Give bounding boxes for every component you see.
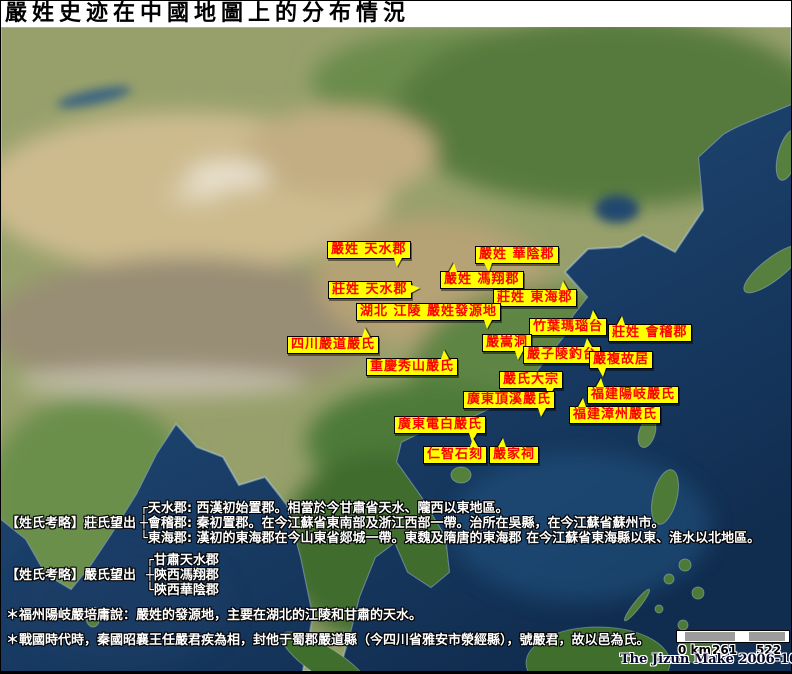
scale-bar-segment — [749, 632, 785, 641]
map-callout-sichuan-yandao: 四川嚴道嚴氏 — [287, 336, 379, 354]
callout-pointer — [449, 263, 457, 272]
map-callout-text: 莊姓 東海郡 — [497, 290, 573, 305]
map-callout-hubei-jiangling: 湖北 江陵 嚴姓發源地 — [356, 303, 501, 321]
map-callout-chongqing-xiushan: 重慶秀山嚴氏 — [366, 358, 458, 376]
map-callout-yan-huayin: 嚴姓 華陰郡 — [475, 246, 559, 264]
map-callout-zhuye-manaotai: 竹葉瑪瑙台 — [529, 318, 607, 336]
map-callout-text: 嚴姓 馮翔郡 — [444, 272, 520, 287]
map-callout-text: 福建陽岐嚴氏 — [591, 387, 675, 402]
callout-pointer — [560, 281, 568, 290]
map-callout-yan-fengxiang: 嚴姓 馮翔郡 — [440, 271, 524, 289]
map-callout-text: 廣東電白嚴氏 — [398, 417, 482, 432]
callout-pointer — [498, 438, 506, 447]
callout-pointer — [441, 350, 449, 359]
kaolue-zhuang-heading: 【姓氏考略】莊氏望出 — [6, 512, 136, 531]
map-callout-yanshi-dazong: 嚴氏大宗 — [499, 371, 563, 389]
callout-pointer — [596, 378, 604, 387]
map-callout-text: 嚴嵩洞 — [486, 335, 528, 350]
map-callout-text: 四川嚴道嚴氏 — [291, 337, 375, 352]
callout-pointer — [394, 258, 402, 267]
page-title: 嚴姓史迹在中國地圖上的分布情況 — [5, 1, 410, 27]
attribution: The Jizun Make 2006-10-04 — [620, 652, 790, 667]
kaolue-yan-heading: 【姓氏考略】嚴氏望出 — [6, 564, 136, 583]
callout-pointer — [578, 398, 586, 407]
map-callout-yanjiaci: 嚴家祠 — [489, 446, 539, 464]
map-callout-text: 莊姓 天水郡 — [332, 282, 408, 297]
page: 嚴姓史迹在中國地圖上的分布情況 — [0, 0, 792, 674]
map-callout-guangdong-dingxi: 廣東頂溪嚴氏 — [463, 391, 555, 409]
kaolue-yan-line3: └陝西華陰郡 — [146, 579, 219, 598]
map-callout-text: 廣東頂溪嚴氏 — [467, 392, 551, 407]
map-callout-text: 嚴氏大宗 — [503, 372, 559, 387]
map-callout-fujian-zhangzhou: 福建漳州嚴氏 — [569, 406, 661, 424]
map-callout-zhuang-donghai: 莊姓 東海郡 — [493, 289, 577, 307]
map-callout-text: 莊姓 會稽郡 — [612, 325, 688, 340]
map-callout-yan-tianshui: 嚴姓 天水郡 — [327, 241, 411, 259]
map-callout-text: 嚴家祠 — [493, 447, 535, 462]
map-callout-zhuang-tianshui: 莊姓 天水郡 — [328, 281, 412, 299]
title-bar: 嚴姓史迹在中國地圖上的分布情況 — [1, 1, 791, 27]
callout-pointer — [470, 438, 478, 447]
map-callout-text: 嚴姓 天水郡 — [331, 242, 407, 257]
map-callout-zhuang-kuaiji: 莊姓 會稽郡 — [608, 324, 692, 342]
footnote-origin: ＊福州陽岐嚴培庸說：嚴姓的發源地，主要在湖北的江陵和甘肅的天水。 — [6, 604, 422, 623]
map-callout-text: 嚴姓 華陰郡 — [479, 247, 555, 262]
footnote-history: ＊戰國時代時，秦國昭襄王任嚴君疾為相，封他于蜀郡嚴道縣（今四川省雅安市滎經縣），… — [6, 629, 650, 648]
map-callout-yanfu-guju: 嚴複故居 — [589, 351, 653, 369]
map-callout-text: 仁智石刻 — [427, 447, 483, 462]
map-callout-text: 嚴子陵釣台 — [527, 347, 597, 362]
callout-pointer — [538, 408, 546, 417]
callout-pointer — [515, 351, 523, 360]
callout-pointer — [617, 316, 625, 325]
map-callout-text: 重慶秀山嚴氏 — [370, 359, 454, 374]
map-callout-text: 竹葉瑪瑙台 — [533, 319, 603, 334]
callout-pointer — [584, 338, 592, 347]
callout-pointer — [411, 285, 420, 293]
callout-pointer — [362, 328, 370, 337]
map-callout-text: 福建漳州嚴氏 — [573, 407, 657, 422]
kaolue-zhuang-line3: └東海郡: 漢初的東海郡在今山東省郯城一帶。東魏及隋唐的東海郡 在今江蘇省東海縣… — [140, 527, 760, 546]
callout-pointer — [484, 320, 492, 329]
map-callout-text: 嚴複故居 — [593, 352, 649, 367]
map-callout-fujian-yangqi: 福建陽岐嚴氏 — [587, 386, 679, 404]
map-callout-guangdong-dianbai: 廣東電白嚴氏 — [394, 416, 486, 434]
scale-bar-track — [676, 630, 790, 643]
callout-pointer — [590, 310, 598, 319]
map-callout-text: 湖北 江陵 嚴姓發源地 — [360, 304, 497, 319]
scale-bar-segment — [685, 632, 735, 641]
map-callout-renzhi-shike: 仁智石刻 — [423, 446, 487, 464]
callout-pointer — [598, 368, 606, 377]
